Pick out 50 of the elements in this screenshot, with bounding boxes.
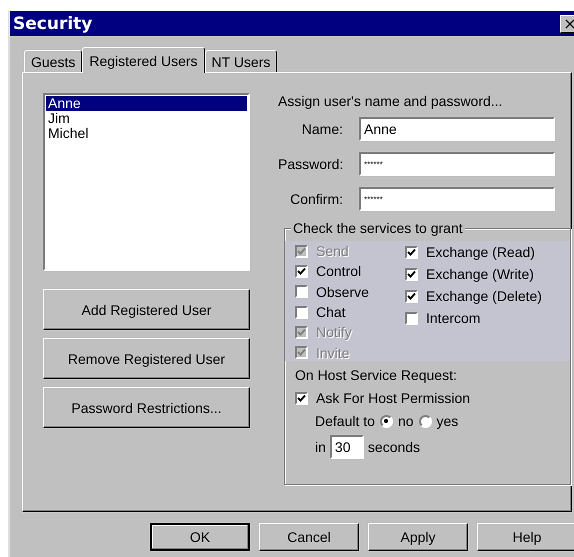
checkbox[interactable]	[295, 306, 308, 319]
dialog-button[interactable]: Cancel	[259, 523, 359, 551]
checkbox-label: Exchange (Delete)	[426, 288, 542, 304]
tab[interactable]: NT Users	[204, 50, 278, 72]
checkbox-label: Invite	[316, 344, 350, 361]
assign-heading: Assign user's name and password...	[278, 93, 504, 109]
timeout-unit: seconds	[368, 439, 420, 455]
checkbox-label: Observe	[316, 284, 369, 300]
checkbox-label: Exchange (Read)	[426, 244, 535, 260]
host-request-heading: On Host Service Request:	[295, 367, 458, 383]
timeout-label: in	[315, 439, 326, 455]
radio-label: yes	[436, 413, 458, 429]
timeout-field[interactable]: 30	[330, 435, 364, 459]
input-field[interactable]: ******	[359, 187, 555, 211]
checkbox[interactable]	[405, 312, 418, 324]
input-field[interactable]: Anne	[359, 117, 555, 141]
checkbox[interactable]	[295, 392, 308, 404]
checkbox-label: Intercom	[426, 310, 480, 326]
user-list-item[interactable]: Jim	[46, 111, 247, 126]
default-label: Default to	[315, 413, 375, 429]
field-label: Confirm:	[289, 191, 344, 207]
user-list-item[interactable]: Anne	[46, 96, 247, 111]
checkbox-label: Exchange (Write)	[426, 266, 534, 282]
checkbox[interactable]	[405, 246, 418, 258]
user-action-button[interactable]: Remove Registered User	[43, 338, 250, 379]
radio-label: no	[398, 413, 414, 429]
user-action-button[interactable]: Password Restrictions...	[43, 387, 250, 428]
user-action-button[interactable]: Add Registered User	[43, 289, 250, 330]
checkbox[interactable]	[405, 290, 418, 302]
field-label: Password:	[278, 156, 344, 172]
checkbox-label: Chat	[316, 304, 346, 320]
field-label: Name:	[300, 121, 344, 137]
user-list-item[interactable]: Michel	[46, 126, 247, 141]
dialog-button[interactable]: Apply	[368, 523, 468, 551]
checkbox-label: Send	[316, 243, 349, 260]
checkbox-label: Notify	[316, 324, 352, 340]
dialog-button[interactable]: Help	[477, 523, 574, 551]
radio-button[interactable]	[380, 414, 393, 428]
tab[interactable]: Registered Users	[82, 47, 205, 73]
checkbox-label: Control	[316, 263, 362, 280]
checkbox[interactable]	[405, 268, 418, 280]
checkbox[interactable]	[295, 285, 308, 298]
radio-button[interactable]	[418, 414, 432, 428]
checkbox[interactable]	[295, 264, 308, 278]
dialog-button[interactable]: OK	[150, 523, 250, 551]
window-title: Security	[13, 14, 92, 34]
input-field[interactable]: ******	[359, 152, 555, 176]
group-title: Check the services to grant	[291, 220, 465, 236]
tab[interactable]: Guests	[24, 50, 82, 72]
checkbox-label: Ask For Host Permission	[316, 390, 470, 406]
